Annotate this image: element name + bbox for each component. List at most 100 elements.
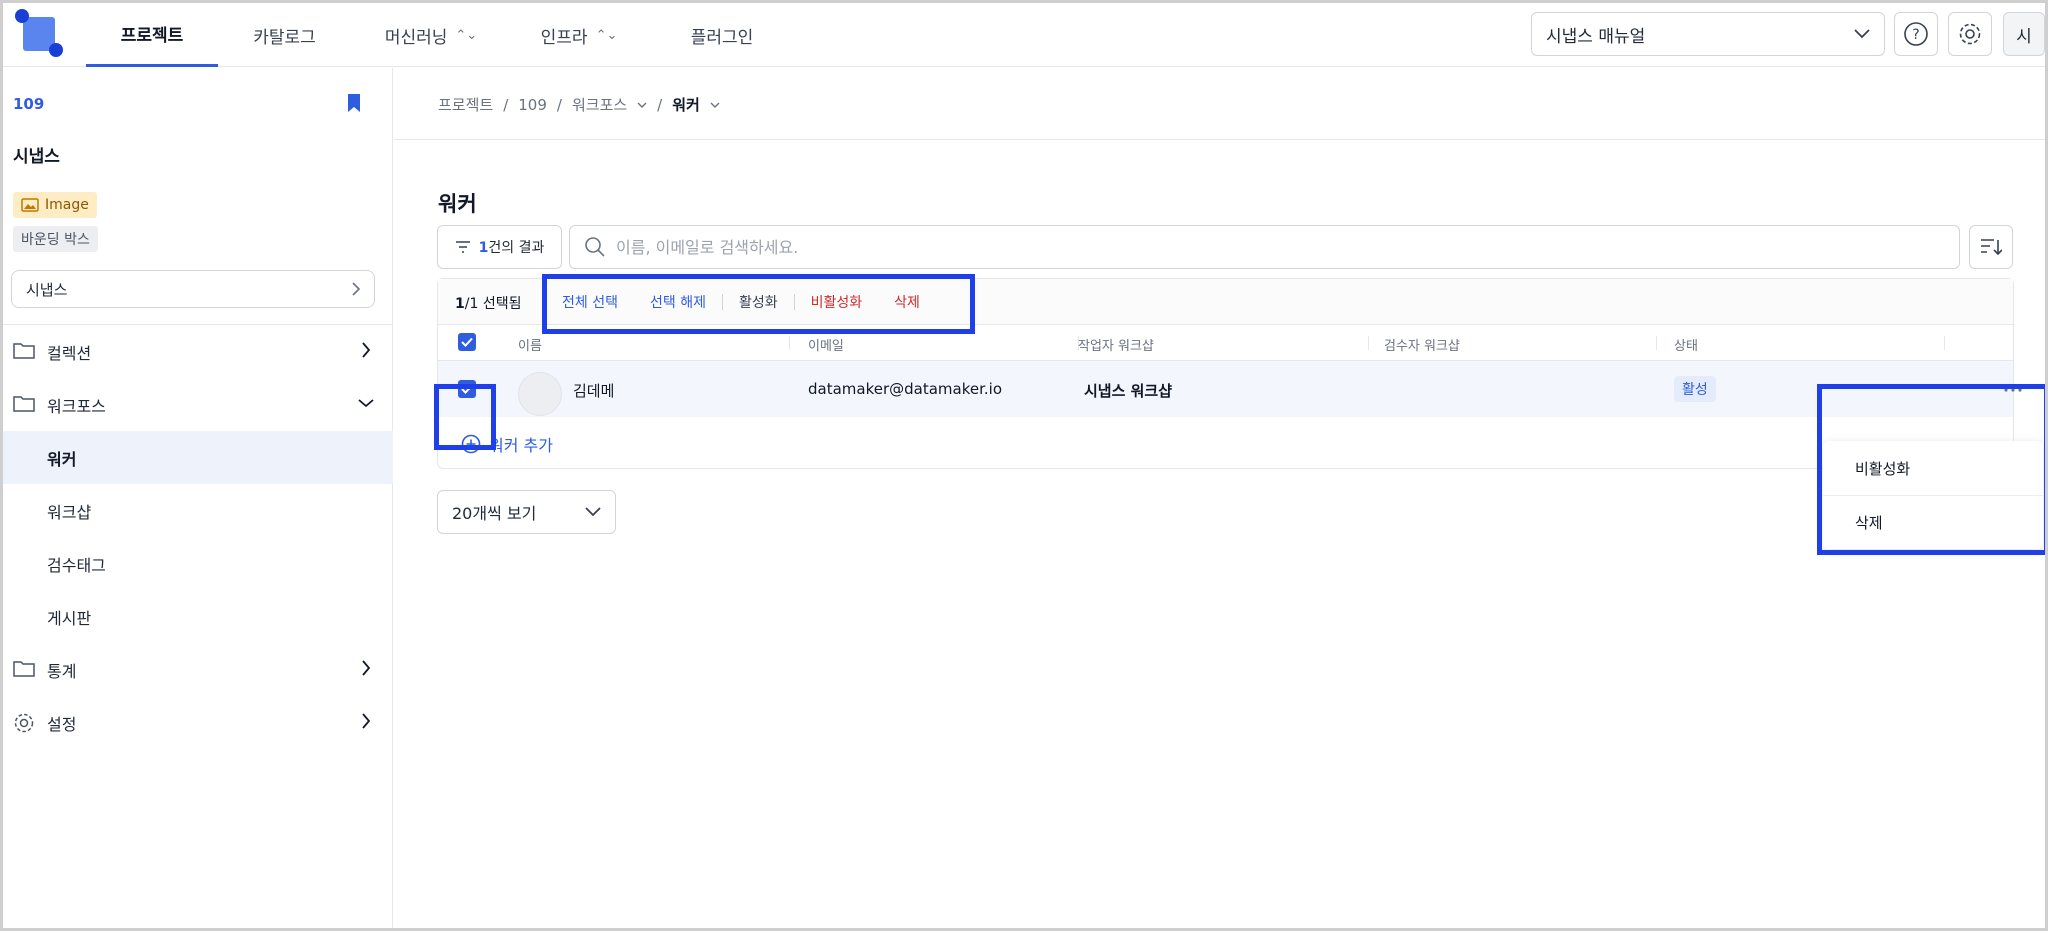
deactivate-button[interactable]: 비활성화	[795, 292, 879, 312]
breadcrumb-project[interactable]: 프로젝트	[438, 94, 493, 115]
select-all-checkbox[interactable]	[458, 333, 476, 351]
folder-icon	[13, 661, 35, 677]
table-row[interactable]: 김데메 datamaker@datamaker.io 시냅스 워크샵 활성	[438, 361, 2022, 417]
folder-icon	[13, 343, 35, 359]
main-divider	[394, 139, 2045, 140]
updown-chevron-icon: ⌃⌄	[595, 27, 618, 43]
breadcrumb-worker[interactable]: 워커	[672, 94, 700, 115]
image-icon	[21, 198, 39, 212]
sidebar: 109 시냅스 Image 바운딩 박스 시냅스 컬렉션 워크포스 워커 워크샵…	[3, 68, 393, 928]
gear-icon	[1959, 23, 1981, 45]
activate-button[interactable]: 활성화	[723, 292, 794, 312]
breadcrumb: 프로젝트 / 109 / 워크포스 / 워커	[438, 94, 720, 115]
nav-tab-infra[interactable]: 인프라 ⌃⌄	[511, 3, 647, 67]
project-id: 109	[13, 95, 45, 113]
deselect-button[interactable]: 선택 해제	[634, 292, 722, 312]
worker-email: datamaker@datamaker.io	[808, 380, 1003, 398]
page-title: 워커	[438, 192, 477, 216]
image-tag: Image	[13, 192, 97, 218]
filter-button[interactable]: 1건의 결과	[437, 225, 562, 269]
workspace-select[interactable]: 시냅스	[11, 270, 375, 308]
chevron-down-icon	[585, 507, 601, 517]
breadcrumb-separator: /	[503, 95, 509, 114]
search-input[interactable]	[616, 237, 1916, 257]
settings-button[interactable]	[1948, 12, 1992, 56]
plus-circle-icon	[461, 434, 481, 454]
row-context-menu: 비활성화 삭제	[1823, 441, 2043, 549]
chevron-right-icon	[362, 713, 371, 729]
row-checkbox[interactable]	[458, 380, 476, 398]
chevron-down-icon	[358, 399, 374, 408]
delete-button[interactable]: 삭제	[878, 292, 936, 312]
sidebar-item-workforce[interactable]: 워크포스	[3, 378, 393, 431]
nav-tab-catalog[interactable]: 카탈로그	[218, 3, 351, 67]
main-content: 프로젝트 / 109 / 워크포스 / 워커 워커 1건의 결과 1/1 선택됨	[394, 68, 2045, 928]
sort-icon	[1981, 239, 2002, 256]
top-bar: 프로젝트 카탈로그 머신러닝 ⌃⌄ 인프라 ⌃⌄ 플러그인 시냅스 매뉴얼 ? 시	[3, 3, 2045, 67]
page-size-select[interactable]: 20개씩 보기	[437, 490, 616, 534]
app-logo[interactable]	[15, 9, 67, 59]
app-frame: 프로젝트 카탈로그 머신러닝 ⌃⌄ 인프라 ⌃⌄ 플러그인 시냅스 매뉴얼 ? 시 …	[0, 0, 2048, 931]
workers-table: 1/1 선택됨 전체 선택 선택 해제 활성화 비활성화 삭제 이름 이메일 작…	[437, 278, 2022, 469]
menu-item-delete[interactable]: 삭제	[1823, 495, 2043, 549]
main-nav: 프로젝트 카탈로그 머신러닝 ⌃⌄ 인프라 ⌃⌄ 플러그인	[86, 3, 797, 67]
nav-tab-plugin[interactable]: 플러그인	[647, 3, 797, 67]
svg-text:?: ?	[1912, 27, 1919, 43]
menu-item-deactivate[interactable]: 비활성화	[1823, 441, 2043, 495]
worker-workshop: 시냅스 워크샵	[1084, 382, 1173, 400]
updown-chevron-icon: ⌃⌄	[455, 27, 478, 43]
sidebar-item-review-tag[interactable]: 검수태그	[3, 537, 393, 590]
sidebar-item-statistics[interactable]: 통계	[3, 643, 393, 696]
project-name: 시냅스	[13, 147, 60, 167]
filter-icon	[455, 241, 470, 253]
sidebar-menu: 컬렉션 워크포스 워커 워크샵 검수태그 게시판 통계 설정	[3, 325, 393, 749]
search-icon	[585, 237, 605, 257]
chevron-right-icon	[352, 282, 360, 296]
sidebar-item-board[interactable]: 게시판	[3, 590, 393, 643]
chevron-down-icon[interactable]	[710, 102, 720, 108]
sidebar-item-settings[interactable]: 설정	[3, 696, 393, 749]
chevron-right-icon	[362, 660, 371, 676]
chevron-down-icon	[1854, 29, 1870, 39]
column-header-name[interactable]: 이름	[518, 335, 542, 354]
breadcrumb-separator: /	[556, 95, 562, 114]
sidebar-item-collection[interactable]: 컬렉션	[3, 325, 393, 378]
help-button[interactable]: ?	[1894, 12, 1938, 56]
selection-actions: 전체 선택 선택 해제 활성화 비활성화 삭제	[546, 279, 936, 325]
selection-bar: 1/1 선택됨 전체 선택 선택 해제 활성화 비활성화 삭제	[438, 279, 2013, 325]
add-worker-button[interactable]: 워커 추가	[461, 432, 553, 456]
bookmark-button[interactable]	[346, 93, 362, 117]
bounding-box-tag: 바운딩 박스	[13, 226, 98, 252]
sort-button[interactable]	[1969, 225, 2013, 269]
nav-tab-machine-learning[interactable]: 머신러닝 ⌃⌄	[351, 3, 511, 67]
more-icon	[2004, 388, 2022, 392]
status-badge: 활성	[1674, 376, 1716, 402]
selection-count: 1/1 선택됨	[455, 296, 522, 312]
avatar	[518, 372, 562, 416]
gear-icon	[14, 713, 34, 733]
bookmark-icon	[348, 94, 360, 112]
folder-icon	[13, 396, 35, 412]
nav-tab-project[interactable]: 프로젝트	[86, 3, 218, 67]
more-options-button[interactable]	[2003, 377, 2023, 398]
breadcrumb-project-id[interactable]: 109	[518, 96, 547, 114]
column-header-reviewer-workshop[interactable]: 검수자 워크샵	[1384, 335, 1460, 354]
sidebar-item-worker[interactable]: 워커	[3, 431, 393, 484]
chevron-down-icon[interactable]	[637, 102, 647, 108]
column-header-status[interactable]: 상태	[1674, 335, 1698, 354]
chevron-right-icon	[362, 342, 371, 358]
column-header-worker-workshop[interactable]: 작업자 워크샵	[1078, 335, 1154, 354]
search-box	[569, 225, 1960, 269]
help-icon: ?	[1904, 22, 1928, 46]
worker-name: 김데메	[573, 382, 615, 400]
select-all-button[interactable]: 전체 선택	[546, 292, 634, 312]
check-icon	[461, 384, 473, 394]
column-header-email[interactable]: 이메일	[808, 335, 844, 354]
user-avatar-button[interactable]: 시	[2003, 12, 2045, 56]
table-header: 이름 이메일 작업자 워크샵 검수자 워크샵 상태	[438, 325, 2013, 361]
check-icon	[461, 337, 473, 347]
breadcrumb-workforce[interactable]: 워크포스	[572, 94, 627, 115]
breadcrumb-separator: /	[657, 95, 663, 114]
manual-select[interactable]: 시냅스 매뉴얼	[1531, 12, 1885, 56]
sidebar-item-workshop[interactable]: 워크샵	[3, 484, 393, 537]
